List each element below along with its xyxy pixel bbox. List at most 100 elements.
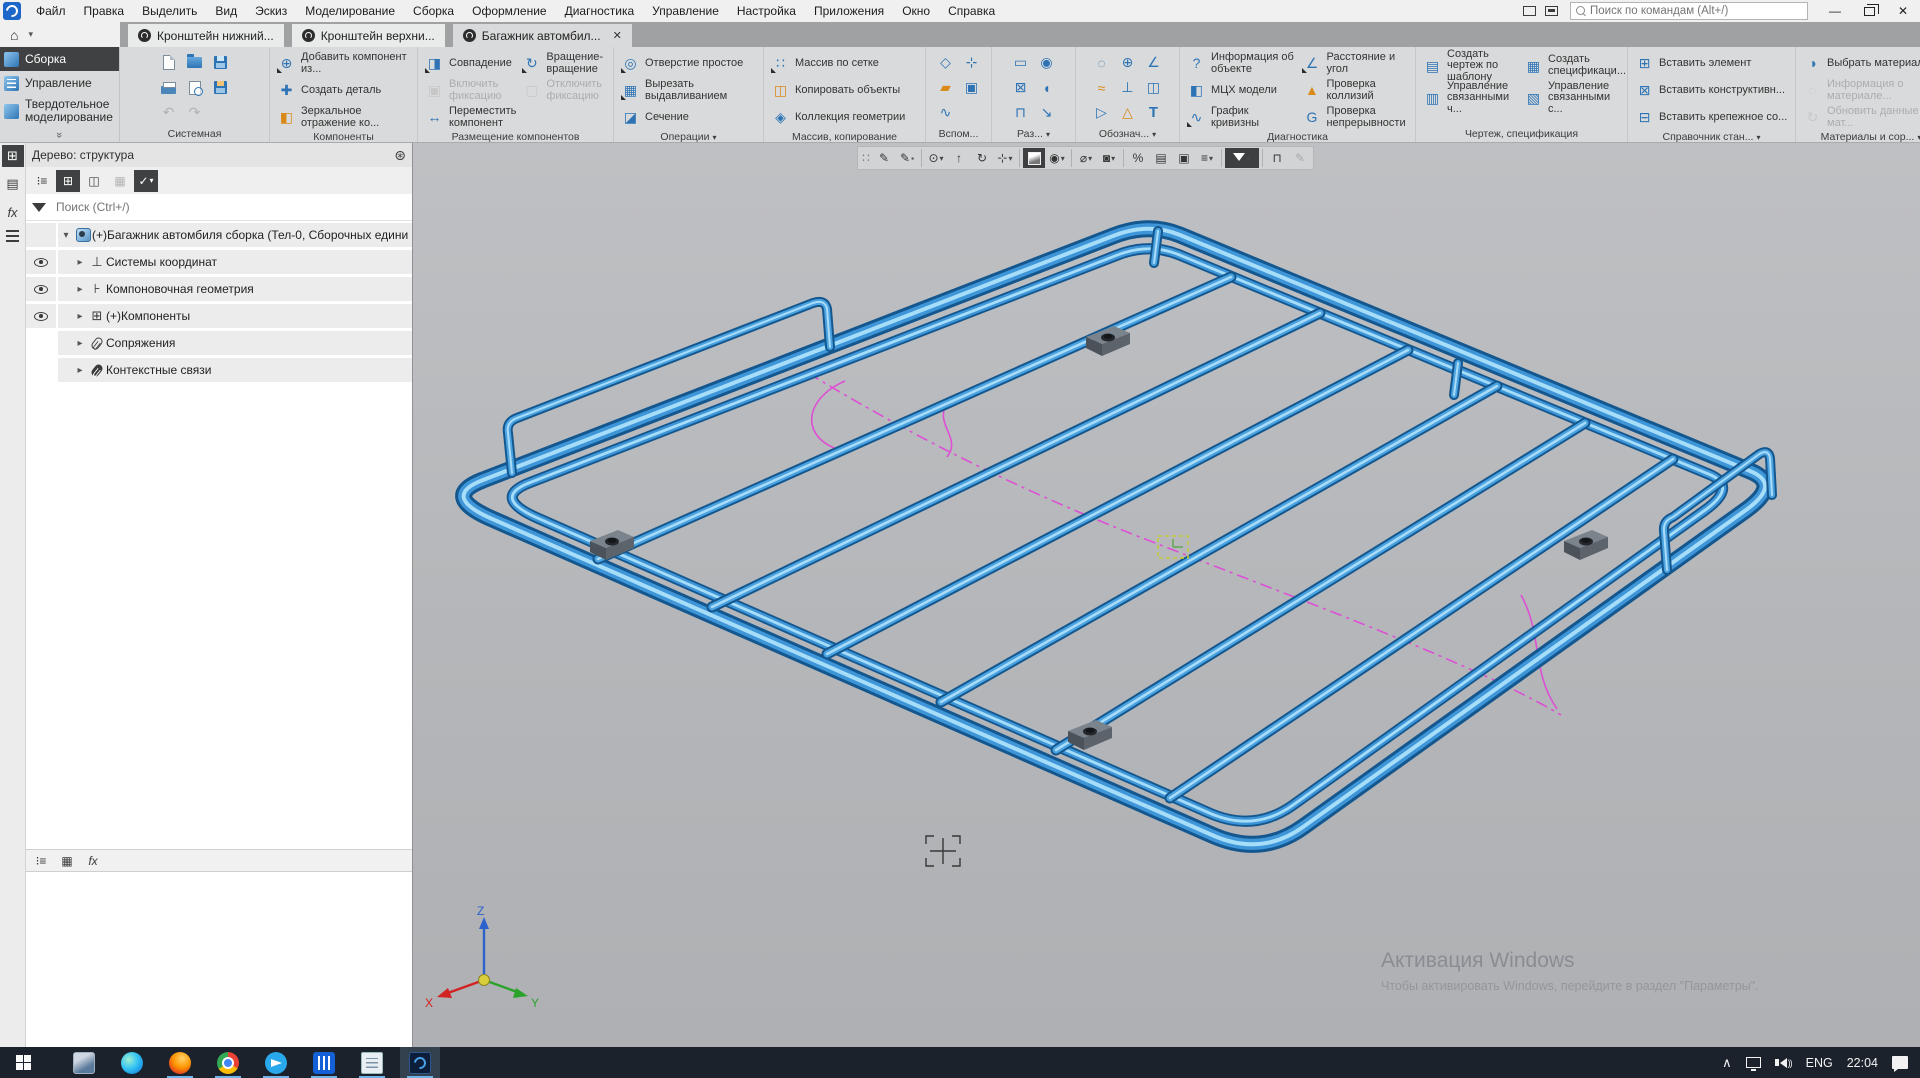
structure-tree-icon[interactable]: ⊞: [1, 145, 24, 167]
screen-mode-icon[interactable]: [1540, 2, 1562, 20]
zoom-icon[interactable]: ⊙ ▾: [925, 148, 947, 168]
removed-view-icon[interactable]: ◖: [1035, 77, 1059, 99]
menu-settings[interactable]: Настройка: [728, 0, 805, 22]
print-icon[interactable]: [157, 77, 181, 99]
scale-view-icon[interactable]: ⊓: [1009, 102, 1033, 124]
move-component-button[interactable]: ↔ Переместить компонент: [423, 104, 518, 131]
taskbar-notepad[interactable]: [352, 1047, 392, 1078]
menu-file[interactable]: Файл: [27, 0, 75, 22]
filter-funnel-icon[interactable]: [26, 194, 52, 221]
expander-icon[interactable]: ▸: [72, 338, 88, 349]
tab-close-icon[interactable]: ✕: [613, 29, 622, 42]
home-button[interactable]: ⌂ ▾: [0, 22, 120, 47]
menu-select[interactable]: Выделить: [133, 0, 206, 22]
visibility-eye-partial-icon[interactable]: [34, 311, 48, 321]
menu-modeling[interactable]: Моделирование: [296, 0, 404, 22]
dropdown-arrow-icon[interactable]: ▾: [1756, 133, 1760, 142]
toolbar-grip-icon[interactable]: ∷: [860, 148, 872, 168]
tree-row-root[interactable]: ▾ (+)Багажник автомбиля сборка (Тел-0, С…: [26, 223, 412, 247]
continuity-check-button[interactable]: G Проверка непрерывности: [1300, 104, 1410, 131]
footer-tree-icon[interactable]: ⁝≡: [30, 851, 52, 870]
tree-copies-icon[interactable]: ◫: [82, 170, 106, 192]
home-dropdown-icon[interactable]: ▾: [28, 29, 33, 40]
insert-element-button[interactable]: ⊞ Вставить элемент: [1633, 50, 1789, 77]
mode-tab-management[interactable]: Управление: [0, 71, 119, 95]
insert-constructive-button[interactable]: ⊠ Вставить конструктивн...: [1633, 77, 1789, 104]
grid-array-button[interactable]: ∷ Массив по сетке: [769, 50, 907, 77]
fx-icon[interactable]: fx: [2, 201, 24, 223]
layout-panels-icon[interactable]: [1518, 2, 1540, 20]
axis-mark-icon[interactable]: ⊕: [1116, 52, 1140, 74]
section-button[interactable]: ◪ Сечение: [619, 104, 758, 131]
menu-edit[interactable]: Правка: [75, 0, 134, 22]
tray-chevron-icon[interactable]: ∧: [1722, 1055, 1732, 1071]
create-part-button[interactable]: ✚ Создать деталь: [275, 77, 412, 104]
copy-objects-button[interactable]: ◫ Копировать объекты: [769, 77, 907, 104]
simple-hole-button[interactable]: ◎ Отверстие простое: [619, 50, 758, 77]
coordinate-icon[interactable]: ⊹ ▾: [994, 148, 1016, 168]
snapshot-icon[interactable]: ◙ ▾: [1098, 148, 1120, 168]
datum-icon[interactable]: ◫: [1142, 77, 1166, 99]
taskbar-firefox[interactable]: [160, 1047, 200, 1078]
menu-window[interactable]: Окно: [893, 0, 939, 22]
taskbar-reader[interactable]: [304, 1047, 344, 1078]
aux-plane-icon[interactable]: ◇: [934, 52, 958, 74]
visibility-eye-icon[interactable]: [34, 257, 48, 267]
command-search-input[interactable]: [1586, 5, 1807, 17]
mirror-components-button[interactable]: ◧ Зеркальное отражение ко...: [275, 104, 412, 131]
save-icon[interactable]: [209, 52, 233, 74]
mode-tab-solid-modeling[interactable]: Твердотельное моделирование: [0, 95, 119, 127]
mass-properties-button[interactable]: ◧ МЦХ модели: [1185, 77, 1298, 104]
aux-spline-icon[interactable]: ∿: [934, 102, 958, 124]
curvature-graph-button[interactable]: ∿ График кривизны: [1185, 104, 1298, 131]
create-specification-button[interactable]: ▦ Создать спецификаци...: [1522, 50, 1626, 82]
angle-mark-icon[interactable]: ∠: [1142, 52, 1166, 74]
coincident-mate-button[interactable]: ◨ Совпадение: [423, 50, 518, 77]
bend-view-icon[interactable]: ↘: [1035, 102, 1059, 124]
aux-cs-icon[interactable]: ⊹: [960, 52, 984, 74]
collision-check-button[interactable]: ▲ Проверка коллизий: [1300, 77, 1410, 104]
expander-icon[interactable]: ▸: [72, 365, 88, 376]
manage-linked-specs-button[interactable]: ▧ Управление связанными с...: [1522, 80, 1622, 115]
break-view-icon[interactable]: ⊠: [1009, 77, 1033, 99]
view-filter-icon[interactable]: ▾: [1225, 148, 1259, 168]
3d-model-roof-rack[interactable]: Z X Y: [413, 143, 1920, 1047]
hole-mark-icon[interactable]: ◌: [1090, 52, 1114, 74]
visibility-eye-icon[interactable]: [34, 284, 48, 294]
cut-extrude-button[interactable]: ▦ Вырезать выдавливанием: [619, 77, 758, 104]
doc-tab-roof-rack-active[interactable]: Багажник автомбил... ✕: [452, 24, 632, 47]
dropdown-arrow-icon[interactable]: ▾: [1046, 130, 1050, 139]
footer-grid-icon[interactable]: ▦: [56, 851, 78, 870]
tree-row-layout-geometry[interactable]: ▸ ⊦ Компоновочная геометрия: [26, 277, 412, 301]
taskbar-kompas-active[interactable]: [400, 1047, 440, 1078]
distance-angle-button[interactable]: ∠ Расстояние и угол: [1300, 50, 1410, 77]
taskbar-edge[interactable]: [112, 1047, 152, 1078]
tree-row-mates[interactable]: ▸ Сопряжения: [26, 331, 412, 355]
hide-objects-icon[interactable]: ⌀ ▾: [1075, 148, 1097, 168]
doc-tab-bracket-upper[interactable]: Кронштейн верхни...: [291, 24, 445, 47]
new-document-icon[interactable]: [157, 52, 181, 74]
taskbar-chrome[interactable]: [208, 1047, 248, 1078]
language-indicator[interactable]: ENG: [1806, 1056, 1833, 1070]
scene-layers-icon[interactable]: ≡ ▾: [1196, 148, 1218, 168]
create-drawing-template-button[interactable]: ▤ Создать чертеж по шаблону: [1421, 48, 1520, 83]
mode-tab-assembly[interactable]: Сборка: [0, 47, 119, 71]
tree-row-context-links[interactable]: ▸ Контекстные связи: [26, 358, 412, 382]
minimize-button[interactable]: —: [1818, 0, 1852, 22]
doc-tab-bracket-lower[interactable]: Кронштейн нижний...: [128, 24, 284, 47]
tolerance-icon[interactable]: △: [1116, 102, 1140, 124]
object-info-button[interactable]: ? Информация об объекте: [1185, 50, 1298, 77]
measure-icon[interactable]: ⊓: [1266, 148, 1288, 168]
add-component-button[interactable]: ⊕ Добавить компонент из...: [275, 50, 412, 77]
section-view-icon[interactable]: ▭: [1009, 52, 1033, 74]
viewport[interactable]: Z X Y ∷ ✎ ✎ ▪ ⊙ ▾ ↑ ↻ ⊹ ▾ ◉ ▾ ⌀ ▾ ◙ ▾ % ▤ ▣ ≡ ▾…: [413, 143, 1920, 1047]
print-preview-icon[interactable]: [183, 77, 207, 99]
tree-row-coordinate-systems[interactable]: ▸ ⊥ Системы координат: [26, 250, 412, 274]
open-document-icon[interactable]: [183, 52, 207, 74]
rotate-view-icon[interactable]: ↻: [971, 148, 993, 168]
expander-icon[interactable]: ▸: [72, 311, 88, 322]
menu-management[interactable]: Управление: [643, 0, 728, 22]
shaded-view-icon[interactable]: [1023, 148, 1045, 168]
aux-layer-icon[interactable]: ▰: [934, 77, 958, 99]
clock[interactable]: 22:04: [1847, 1056, 1878, 1070]
